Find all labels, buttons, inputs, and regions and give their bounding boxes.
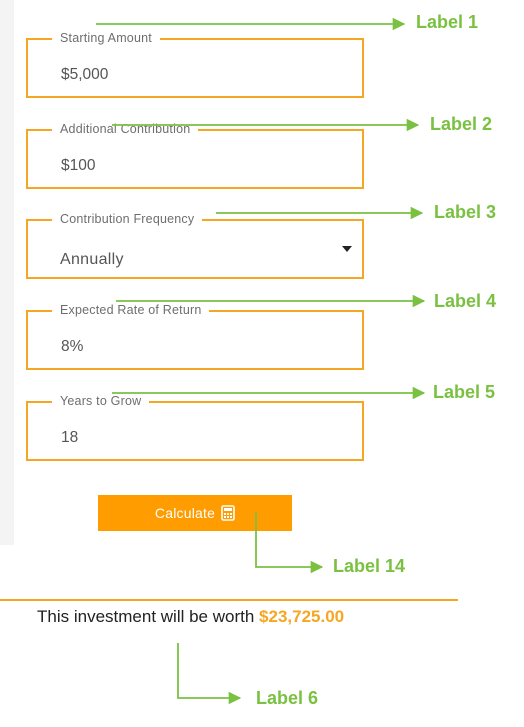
expected-rate-of-return-field[interactable]: Expected Rate of Return 8% <box>26 303 364 370</box>
years-to-grow-label: Years to Grow <box>52 394 150 408</box>
starting-amount-value[interactable]: $5,000 <box>61 66 108 84</box>
calculate-button-label: Calculate <box>154 505 216 521</box>
years-to-grow-field[interactable]: Years to Grow 18 <box>26 394 364 461</box>
contribution-frequency-label: Contribution Frequency <box>52 212 203 226</box>
additional-contribution-label: Additional Contribution <box>52 122 199 136</box>
annotation-label-1: Label 1 <box>416 12 479 32</box>
result-value: $23,725.00 <box>259 607 345 626</box>
expected-rate-of-return-value[interactable]: 8% <box>61 338 83 356</box>
starting-amount-field[interactable]: Starting Amount $5,000 <box>26 31 364 98</box>
starting-amount-label: Starting Amount <box>52 31 160 45</box>
annotation-label-14: Label 14 <box>333 556 406 576</box>
additional-contribution-field[interactable]: Additional Contribution $100 <box>26 122 364 189</box>
result-line: This investment will be worth $23,725.00 <box>37 607 344 627</box>
annotation-label-5: Label 5 <box>433 382 496 402</box>
caret-down-icon[interactable] <box>342 246 352 252</box>
calculator-icon <box>221 505 235 521</box>
contribution-frequency-select[interactable]: Contribution Frequency Annually <box>26 212 364 279</box>
result-text: This investment will be worth <box>37 607 255 626</box>
expected-rate-of-return-label: Expected Rate of Return <box>52 303 210 317</box>
calculate-button[interactable]: Calculate <box>98 495 292 531</box>
annotation-label-3: Label 3 <box>434 202 497 222</box>
result-divider <box>0 599 458 601</box>
years-to-grow-value[interactable]: 18 <box>61 429 78 447</box>
annotation-label-6: Label 6 <box>256 688 319 708</box>
contribution-frequency-value[interactable]: Annually <box>60 251 124 269</box>
additional-contribution-value[interactable]: $100 <box>61 157 95 175</box>
left-rail <box>0 0 14 545</box>
annotation-label-4: Label 4 <box>434 291 497 311</box>
annotation-label-2: Label 2 <box>430 114 493 134</box>
